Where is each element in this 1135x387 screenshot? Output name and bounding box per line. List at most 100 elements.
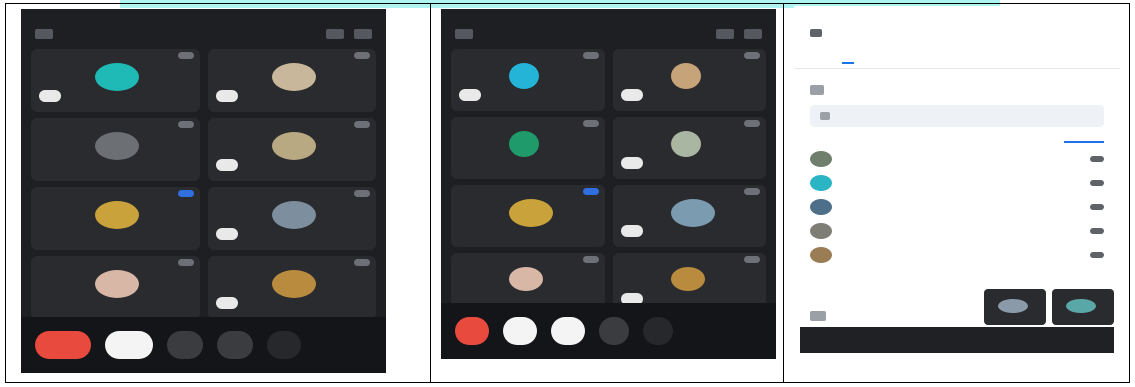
tile-menu-icon[interactable] (354, 52, 370, 59)
avatar (810, 151, 832, 167)
panel-tabs (794, 46, 1120, 69)
tile-menu-icon[interactable] (354, 121, 370, 128)
captions-button[interactable] (217, 331, 253, 359)
tile-menu-icon[interactable] (177, 190, 194, 197)
people-panel-screen (794, 6, 1120, 361)
tile-menu-icon[interactable] (582, 120, 599, 127)
present-icon (810, 311, 826, 321)
participant-avatar (509, 199, 554, 227)
more-vert-icon[interactable] (1090, 156, 1104, 162)
mic-toggle-button[interactable] (167, 331, 203, 359)
participant-avatar (509, 131, 540, 157)
mic-off-icon (620, 225, 643, 237)
tile-menu-icon[interactable] (744, 256, 760, 263)
tile-menu-icon[interactable] (744, 120, 760, 127)
participant-row[interactable] (794, 195, 1120, 219)
end-call-button[interactable] (455, 317, 489, 345)
participant-tile[interactable] (31, 49, 200, 112)
participant-avatar (95, 132, 140, 160)
participant-grid (21, 45, 386, 323)
cell-people-panel (784, 4, 1129, 382)
tile-menu-icon[interactable] (582, 188, 599, 195)
participant-tile[interactable] (451, 185, 605, 247)
tile-menu-icon[interactable] (177, 259, 194, 266)
participant-avatar (670, 199, 715, 227)
people-search-field[interactable] (810, 105, 1104, 127)
back-arrow-icon[interactable] (455, 29, 473, 39)
audio-output-icon[interactable] (744, 29, 762, 39)
in-call-header (794, 131, 1120, 147)
phone-call-screen-1 (21, 9, 386, 373)
floating-tile[interactable] (984, 289, 1046, 325)
tile-menu-icon[interactable] (744, 52, 760, 59)
mic-off-icon (620, 89, 643, 101)
end-call-button[interactable] (35, 331, 91, 359)
participant-tile[interactable] (31, 256, 200, 319)
participant-tile[interactable] (207, 256, 376, 319)
mic-off-icon (215, 159, 238, 171)
participant-tile[interactable] (451, 117, 605, 179)
back-arrow-icon[interactable] (35, 29, 53, 39)
switch-camera-icon[interactable] (326, 29, 344, 39)
camera-toggle-button[interactable] (105, 331, 153, 359)
mic-off-icon (215, 90, 238, 102)
participant-tile[interactable] (207, 49, 376, 112)
participant-row[interactable] (794, 171, 1120, 195)
status-bar (21, 9, 386, 23)
tile-menu-icon[interactable] (354, 259, 370, 266)
mic-off-icon (215, 297, 238, 309)
tile-menu-icon[interactable] (582, 256, 599, 263)
participant-avatar (95, 63, 140, 91)
participant-tile[interactable] (207, 118, 376, 181)
switch-camera-icon[interactable] (716, 29, 734, 39)
panel-footer (794, 289, 1120, 361)
participant-tile[interactable] (207, 187, 376, 250)
more-vert-icon[interactable] (1090, 252, 1104, 258)
more-options-button[interactable] (643, 317, 673, 345)
call-top-bar (21, 23, 386, 45)
participant-avatar (998, 299, 1028, 313)
cell-call-grid-1 (6, 4, 431, 382)
section-label (794, 69, 1120, 79)
tile-menu-icon[interactable] (177, 121, 194, 128)
participant-avatar (271, 63, 316, 91)
more-vert-icon[interactable] (1090, 228, 1104, 234)
more-vert-icon[interactable] (1090, 180, 1104, 186)
screenshot-comparison-table (5, 3, 1130, 383)
avatar (810, 175, 832, 191)
floating-tile[interactable] (1052, 289, 1114, 325)
tile-menu-icon[interactable] (582, 52, 599, 59)
mic-off-icon (39, 90, 61, 102)
participant-row[interactable] (794, 219, 1120, 243)
participant-tile[interactable] (612, 117, 766, 179)
participant-avatar (271, 201, 316, 229)
status-bar (794, 6, 1120, 20)
status-bar (441, 9, 776, 23)
avatar (810, 223, 832, 239)
camera-toggle-button[interactable] (503, 317, 537, 345)
participant-tile[interactable] (451, 49, 605, 111)
tile-menu-icon[interactable] (177, 52, 194, 59)
participant-tile[interactable] (31, 118, 200, 181)
more-options-button[interactable] (267, 331, 301, 359)
tile-menu-icon[interactable] (744, 188, 760, 195)
captions-button[interactable] (599, 317, 629, 345)
participant-row[interactable] (794, 147, 1120, 171)
mic-off-icon (459, 89, 481, 101)
participant-avatar (95, 270, 140, 298)
sharing-row[interactable] (810, 311, 836, 321)
tile-menu-icon[interactable] (354, 190, 370, 197)
participant-tile[interactable] (31, 187, 200, 250)
in-call-indicator (1064, 141, 1104, 143)
audio-output-icon[interactable] (354, 29, 372, 39)
phone-call-screen-2 (441, 9, 776, 359)
participant-avatar (670, 63, 701, 89)
add-people-row[interactable] (794, 79, 1120, 101)
participant-row[interactable] (794, 243, 1120, 267)
participant-tile[interactable] (612, 49, 766, 111)
mic-toggle-button[interactable] (551, 317, 585, 345)
snackbar-toast (800, 327, 1114, 353)
participant-tile[interactable] (612, 185, 766, 247)
more-vert-icon[interactable] (1090, 204, 1104, 210)
back-arrow-icon[interactable] (810, 29, 822, 37)
